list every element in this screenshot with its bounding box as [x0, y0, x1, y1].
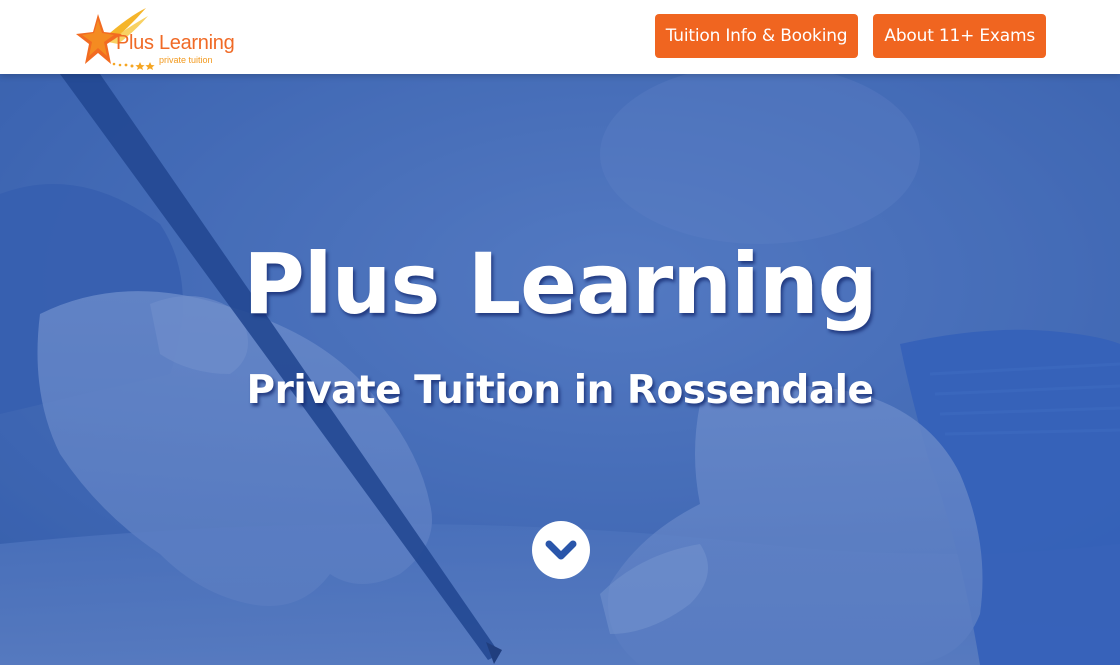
main-nav: Tuition Info & Booking About 11+ Exams — [654, 14, 1046, 58]
hero-section: Plus Learning Private Tuition in Rossend… — [0, 74, 1120, 665]
site-logo[interactable]: Plus Learning private tuition — [74, 6, 254, 70]
chevron-down-icon — [545, 540, 577, 560]
nav-button-tuition-info-booking[interactable]: Tuition Info & Booking — [654, 14, 859, 58]
nav-button-about-11-plus-exams[interactable]: About 11+ Exams — [873, 14, 1046, 58]
site-header: Plus Learning private tuition Tuition In… — [0, 0, 1120, 74]
hero-title: Plus Learning — [243, 235, 878, 333]
logo-wordmark: Plus Learning — [116, 32, 235, 54]
hero-subtitle: Private Tuition in Rossendale — [246, 368, 874, 413]
scroll-down-button[interactable] — [532, 521, 590, 579]
logo-tagline: private tuition — [159, 55, 213, 65]
